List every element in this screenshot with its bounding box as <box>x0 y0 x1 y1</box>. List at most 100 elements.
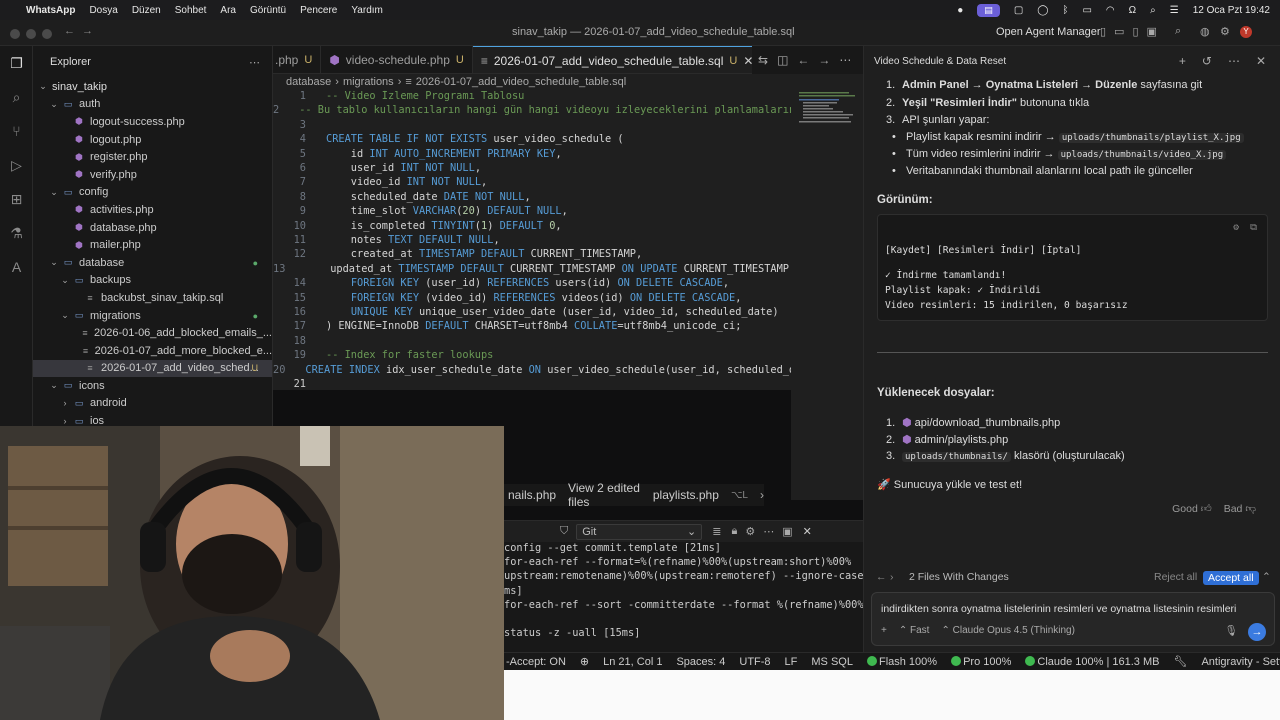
tree-folder[interactable]: ⌄ ▭ database ● <box>33 254 272 272</box>
code-line[interactable]: 8 scheduled_date DATE NOT NULL, <box>273 191 791 205</box>
send-button[interactable]: → <box>1248 623 1266 641</box>
extensions-icon[interactable]: ⊞ <box>0 182 33 216</box>
split-editor-icon[interactable]: ◫ <box>777 53 788 67</box>
mode-select[interactable]: ⌃ Fast <box>899 625 930 636</box>
bad-button[interactable]: Bad 👎︎ <box>1224 502 1256 515</box>
wifi-icon[interactable]: ◠ <box>1106 5 1115 16</box>
terminal-shell-select[interactable]: Git ⌄ <box>576 523 703 540</box>
control-center-icon[interactable]: ☰ <box>1170 5 1179 16</box>
run-debug-icon[interactable]: ▷ <box>0 148 33 182</box>
file-item[interactable]: 2. ⬢ admin/playlists.php <box>886 433 1008 446</box>
tree-file[interactable]: ⬢ activities.php <box>33 201 272 219</box>
wrench-icon[interactable]: 🔧︎ <box>1173 655 1187 668</box>
code-line[interactable]: 6 user_id INT NOT NULL, <box>273 162 791 176</box>
tree-file[interactable]: ≡ 2026-01-07_add_more_blocked_e... <box>33 342 272 360</box>
tree-file[interactable]: ⬢ logout.php <box>33 131 272 149</box>
flask-icon[interactable]: ⚗ <box>0 216 33 250</box>
menubar-item-dosya[interactable]: Dosya <box>89 5 117 16</box>
tree-file[interactable]: ⬢ verify.php <box>33 166 272 184</box>
code-line[interactable]: 17) ENGINE=InnoDB DEFAULT CHARSET=utf8mb… <box>273 320 791 334</box>
code-line[interactable]: 9 time_slot VARCHAR(20) DEFAULT NULL, <box>273 205 791 219</box>
more-actions-icon[interactable]: ⋯ <box>839 53 851 67</box>
tree-file[interactable]: ≡ backubst_sinav_takip.sql <box>33 289 272 307</box>
tree-folder[interactable]: ⌄ ▭ migrations ● <box>33 307 272 325</box>
history-icon[interactable]: ↺ <box>1202 54 1212 68</box>
minimize-window-button[interactable] <box>26 29 36 39</box>
filter-icon[interactable]: ⛉ <box>560 525 568 538</box>
code-line[interactable]: 13 updated_at TIMESTAMP DEFAULT CURRENT_… <box>273 263 791 277</box>
menubar-item-pencere[interactable]: Pencere <box>300 5 337 16</box>
menubar-item-duzen[interactable]: Düzen <box>132 5 161 16</box>
close-window-button[interactable] <box>10 29 20 39</box>
status-settings[interactable]: Antigravity - Settings <box>1201 656 1280 668</box>
forward-icon[interactable]: › <box>890 571 894 583</box>
file-link[interactable]: admin/playlists.php <box>915 434 1009 446</box>
open-agent-manager-button[interactable]: Open Agent Manager <box>996 26 1101 38</box>
search-icon[interactable]: ⌕ <box>0 80 33 114</box>
zoom-window-button[interactable] <box>42 29 52 39</box>
tree-folder[interactable]: ⌄ ▭ config <box>33 184 272 202</box>
source-control-icon[interactable]: ⑂ <box>0 114 33 148</box>
tree-folder[interactable]: ⌄ ▭ backups <box>33 272 272 290</box>
menubar-item-yardim[interactable]: Yardım <box>351 5 383 16</box>
files-changed-label[interactable]: 2 Files With Changes <box>909 571 1009 583</box>
status-encoding[interactable]: UTF-8 <box>739 656 770 668</box>
settings-icon[interactable]: ⚙ <box>1233 222 1239 233</box>
tab-playlists-php[interactable]: playlists.php <box>653 488 719 502</box>
minimap[interactable] <box>791 90 863 500</box>
chat-input[interactable]: indirdikten sonra oynatma listelerinin r… <box>871 592 1275 646</box>
menubar-item-ara[interactable]: Ara <box>220 5 236 16</box>
close-icon[interactable]: ✕ <box>1256 54 1266 68</box>
menubar-app-name[interactable]: WhatsApp <box>26 5 75 16</box>
breadcrumb-item[interactable]: migrations <box>343 76 394 88</box>
tree-file[interactable]: ≡ 2026-01-07_add_video_sched... U <box>33 359 272 378</box>
tab-nails-php[interactable]: nails.php <box>508 488 556 502</box>
good-button[interactable]: Good 👍︎ <box>1172 502 1212 515</box>
status-pro[interactable]: Pro 100% <box>951 655 1011 668</box>
add-context-icon[interactable]: + <box>881 625 887 636</box>
code-line[interactable]: 18 <box>273 335 791 349</box>
tree-file[interactable]: ⬢ logout-success.php <box>33 113 272 131</box>
tree-folder[interactable]: › ▭ android <box>33 395 272 413</box>
avatar[interactable]: Y <box>1240 26 1252 38</box>
tree-file[interactable]: ⬢ mailer.php <box>33 236 272 254</box>
code-line[interactable]: 14 FOREIGN KEY (user_id) REFERENCES user… <box>273 277 791 291</box>
code-line[interactable]: 1 -- Video İzleme Programı Tablosu <box>273 90 791 104</box>
status-language[interactable]: MS SQL <box>811 656 853 668</box>
more-actions-icon[interactable]: ⋯ <box>1228 54 1240 68</box>
lock-icon[interactable]: 🔒︎ <box>731 525 737 538</box>
code-line[interactable]: 7 video_id INT NOT NULL, <box>273 176 791 190</box>
microphone-icon[interactable]: 🎙︎ <box>1225 624 1238 637</box>
search-icon[interactable]: ⌕ <box>1150 5 1156 16</box>
chevron-right-icon[interactable]: › <box>760 488 764 502</box>
forward-arrow-icon[interactable]: → <box>82 25 93 37</box>
tree-root[interactable]: ⌄ sinav_takip <box>33 78 272 96</box>
copy-icon[interactable]: ⧉ <box>1250 222 1257 233</box>
back-arrow-icon[interactable]: ← <box>64 25 75 37</box>
code-line[interactable]: 3 <box>273 119 791 133</box>
close-panel-icon[interactable]: ✕ <box>803 525 812 538</box>
more-actions-icon[interactable]: ⋯ <box>249 56 260 69</box>
code-line[interactable]: 11 notes TEXT DEFAULT NULL, <box>273 234 791 248</box>
menubar-item-goruntu[interactable]: Görüntü <box>250 5 286 16</box>
code-line[interactable]: 16 UNIQUE KEY unique_user_video_date (us… <box>273 306 791 320</box>
search-icon[interactable]: ⌕ <box>1175 25 1181 38</box>
breadcrumb-item[interactable]: database <box>286 76 331 88</box>
tree-file[interactable]: ⬢ database.php <box>33 219 272 237</box>
add-icon[interactable]: + <box>1179 54 1186 68</box>
code-line[interactable]: 10 is_completed TINYINT(1) DEFAULT 0, <box>273 220 791 234</box>
gear-icon[interactable]: ⚙ <box>1220 25 1230 38</box>
status-accept[interactable]: -Accept: ON <box>506 656 566 668</box>
menubar-item-sohbet[interactable]: Sohbet <box>175 5 207 16</box>
code-line[interactable]: 20 CREATE INDEX idx_user_schedule_date ON… <box>273 364 791 378</box>
breadcrumb-item[interactable]: 2026-01-07_add_video_schedule_table.sql <box>416 76 626 88</box>
battery-icon[interactable]: ▭ <box>1082 5 1091 16</box>
status-claude[interactable]: Claude 100% | 161.3 MB <box>1025 655 1159 668</box>
code-line[interactable]: 19 -- Index for faster lookups <box>273 349 791 363</box>
window-icon[interactable]: ▢ <box>1014 5 1023 16</box>
code-line[interactable]: 2 -- Bu tablo kullanıcıların hangi gün ha… <box>273 104 791 118</box>
more-actions-icon[interactable]: ⋯ <box>763 525 774 538</box>
bluetooth-icon[interactable]: ᛒ <box>1062 5 1068 16</box>
model-select[interactable]: ⌃ Claude Opus 4.5 (Thinking) <box>941 625 1074 636</box>
status-spaces[interactable]: Spaces: 4 <box>676 656 725 668</box>
